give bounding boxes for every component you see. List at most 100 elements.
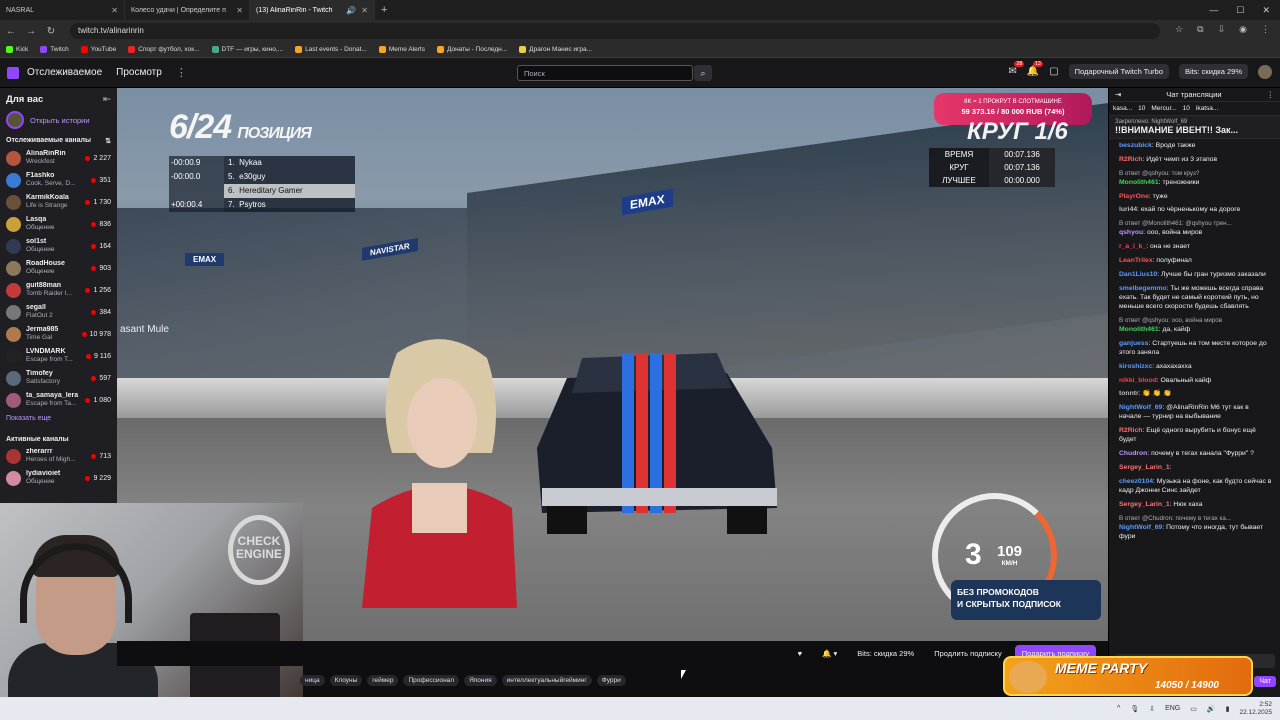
- chat-username[interactable]: r_a_i_k_: [1119, 243, 1146, 250]
- sidebar-item-sol1st[interactable]: sol1st Общение 164: [0, 235, 117, 257]
- nav-browse[interactable]: Просмотр: [116, 67, 162, 78]
- close-tab-icon[interactable]: ✕: [111, 6, 118, 15]
- search-input[interactable]: Поиск: [517, 65, 693, 81]
- sidebar-item-alinarinrin[interactable]: AlinaRinRin Wreckfest 2 227: [0, 147, 117, 169]
- sidebar-item-roadhouse[interactable]: RoadHouse Общение 903: [0, 257, 117, 279]
- bookmark-star-icon[interactable]: ☆: [1175, 24, 1183, 35]
- stream-tag[interactable]: ница: [300, 675, 325, 686]
- notifications-icon[interactable]: 🔔 13: [1027, 61, 1043, 77]
- sidebar-item-zherarrr[interactable]: zherarrr Heroes of Migh... 713: [0, 445, 117, 467]
- gifter-2[interactable]: Mercur...: [1151, 105, 1176, 112]
- bookmark-twitch[interactable]: Twitch: [40, 46, 69, 53]
- chat-username[interactable]: beszubick: [1119, 142, 1152, 149]
- sidebar-item-lvndmark[interactable]: LVNDMARK Escape from T... 9 116: [0, 345, 117, 367]
- profile-icon[interactable]: ◉: [1239, 24, 1247, 35]
- bits-discount-link[interactable]: Bits: скидка 29%: [850, 645, 921, 662]
- chat-username[interactable]: cheez0104: [1119, 478, 1153, 485]
- chat-username[interactable]: luri44: [1119, 206, 1137, 213]
- stream-tag[interactable]: Клоуны: [329, 675, 363, 686]
- bookmark-donations[interactable]: Донаты - Последн...: [436, 46, 507, 53]
- browser-tab-twitch[interactable]: (13) AlinaRinRin - Twitch 🔊 ✕: [250, 0, 375, 20]
- bookmark-kick[interactable]: Kick: [6, 46, 28, 53]
- reload-icon[interactable]: ↻: [46, 26, 56, 37]
- chat-username[interactable]: NightWolf_69: [1119, 404, 1162, 411]
- network-icon[interactable]: ▭: [1190, 705, 1197, 713]
- browser-tab-nasral[interactable]: NASRAL ✕: [0, 0, 125, 20]
- collapse-chat-icon[interactable]: ⇥: [1115, 90, 1121, 99]
- chat-send-button[interactable]: Чат: [1254, 676, 1276, 687]
- twitch-logo-icon[interactable]: [7, 66, 19, 79]
- gifter-1[interactable]: kasa...: [1113, 105, 1132, 112]
- more-icon[interactable]: ⋮: [176, 66, 187, 79]
- chat-username[interactable]: R2Rich: [1119, 427, 1142, 434]
- chat-username[interactable]: PlayrOne: [1119, 193, 1149, 200]
- extensions-icon[interactable]: ⧉: [1197, 24, 1203, 35]
- gift-turbo-button[interactable]: Подарочный Twitch Turbo: [1068, 64, 1170, 79]
- chat-username[interactable]: nikki_blood: [1119, 377, 1157, 384]
- stories-row[interactable]: Открыть истории: [0, 109, 117, 131]
- menu-icon[interactable]: ⋮: [1261, 24, 1270, 35]
- chat-username[interactable]: qshyou: [1119, 229, 1143, 236]
- chat-settings-icon[interactable]: ⋮: [1266, 90, 1274, 99]
- show-more-link[interactable]: Показать еще: [0, 411, 117, 430]
- inbox-icon[interactable]: ✉ 28: [1008, 61, 1025, 77]
- chat-username[interactable]: Sergey_Larin_1: [1119, 464, 1170, 471]
- gifter-3[interactable]: ikatsa...: [1196, 105, 1218, 112]
- maximize-icon[interactable]: ☐: [1236, 5, 1244, 16]
- chat-username[interactable]: Chudron: [1119, 450, 1147, 457]
- tray-chevron-icon[interactable]: ^: [1117, 705, 1120, 712]
- chat-username[interactable]: NightWolf_69: [1119, 524, 1162, 531]
- sidebar-item-segall[interactable]: segall FlatOut 2 384: [0, 301, 117, 323]
- chat-username[interactable]: Dan1Lius10: [1119, 271, 1157, 278]
- extend-sub-button[interactable]: Продлить подписку: [927, 645, 1009, 662]
- chat-username[interactable]: Sergey_Larin_1: [1119, 501, 1170, 508]
- new-tab-button[interactable]: +: [375, 4, 393, 16]
- nav-following[interactable]: Отслеживаемое: [27, 67, 102, 78]
- stream-tag[interactable]: Профессионал: [403, 675, 460, 686]
- bookmark-donat[interactable]: Last events - Donat...: [295, 46, 367, 53]
- sidebar-item-jerma985[interactable]: Jerma985 Time Gal 10 978: [0, 323, 117, 345]
- sort-icon[interactable]: ⇅: [105, 137, 111, 145]
- notification-bell-icon[interactable]: 🔔 ▾: [815, 645, 844, 662]
- follow-heart-icon[interactable]: ♥: [791, 645, 809, 662]
- chat-username[interactable]: R2Rich: [1119, 156, 1142, 163]
- chat-username[interactable]: kiroshizxc: [1119, 363, 1152, 370]
- search-icon[interactable]: ⌕: [694, 65, 712, 81]
- mute-tab-icon[interactable]: 🔊: [346, 6, 356, 15]
- close-tab-icon[interactable]: ✕: [361, 6, 368, 15]
- sidebar-item-guit88man[interactable]: guit88man Tomb Raider I... 1 256: [0, 279, 117, 301]
- stream-tag[interactable]: Япония: [464, 675, 497, 686]
- chat-username[interactable]: Monolith461: [1119, 179, 1159, 186]
- downloads-icon[interactable]: ⇩: [1218, 24, 1226, 35]
- close-tab-icon[interactable]: ✕: [236, 6, 243, 15]
- sidebar-item-f1ashko[interactable]: F1ashko Cook, Serve, D... 351: [0, 169, 117, 191]
- sidebar-item-timofey[interactable]: Timofey Satisfactory 597: [0, 367, 117, 389]
- browser-tab-wheel[interactable]: Колесо удачи | Определите п ✕: [125, 0, 250, 20]
- battery-icon[interactable]: ▮: [1226, 705, 1230, 713]
- bookmark-meme-alerts[interactable]: Meme Alerts: [378, 46, 425, 53]
- minimize-icon[interactable]: —: [1209, 5, 1218, 15]
- pinned-message[interactable]: Закреплено: NightWolf_69 !!ВНИМАНИЕ ИВЕН…: [1109, 116, 1280, 139]
- sidebar-item-karmikkoala[interactable]: KarmikKoala Life is Strange 1 730: [0, 191, 117, 213]
- stream-tag[interactable]: интеллектуальныйгейминг: [501, 675, 592, 686]
- back-icon[interactable]: ←: [6, 26, 16, 37]
- clock[interactable]: 2:52 22.12.2025: [1239, 701, 1272, 717]
- mic-icon[interactable]: 🎙: [1130, 705, 1139, 713]
- sidebar-item-lasqa[interactable]: Lasqa Общение 836: [0, 213, 117, 235]
- chat-username[interactable]: LeanTrilex: [1119, 257, 1153, 264]
- close-window-icon[interactable]: ✕: [1262, 5, 1270, 16]
- chat-username[interactable]: tonntr: [1119, 390, 1139, 397]
- bookmark-sport[interactable]: Спорт футбол, хок...: [128, 46, 200, 53]
- collapse-sidebar-icon[interactable]: ⇤: [103, 94, 111, 105]
- chat-username[interactable]: ganjuess: [1119, 340, 1148, 347]
- volume-icon[interactable]: 🔊: [1207, 705, 1216, 713]
- bookmark-youtube[interactable]: YouTube: [80, 46, 116, 53]
- sidebar-item-ta_samaya_lera[interactable]: ta_samaya_lera Escape from Ta... 1 080: [0, 389, 117, 411]
- user-avatar[interactable]: [1258, 64, 1272, 79]
- sidebar-item-lydiavioiet[interactable]: lydiavioiet Общение 9 229: [0, 467, 117, 489]
- bookmark-dragon[interactable]: Драгон Манис игра...: [519, 46, 592, 53]
- stream-tag[interactable]: геймер: [367, 675, 399, 686]
- chat-username[interactable]: Monolith461: [1119, 326, 1159, 333]
- chat-username[interactable]: smelbegemmo: [1119, 285, 1167, 292]
- download-tray-icon[interactable]: ⇩: [1149, 705, 1155, 713]
